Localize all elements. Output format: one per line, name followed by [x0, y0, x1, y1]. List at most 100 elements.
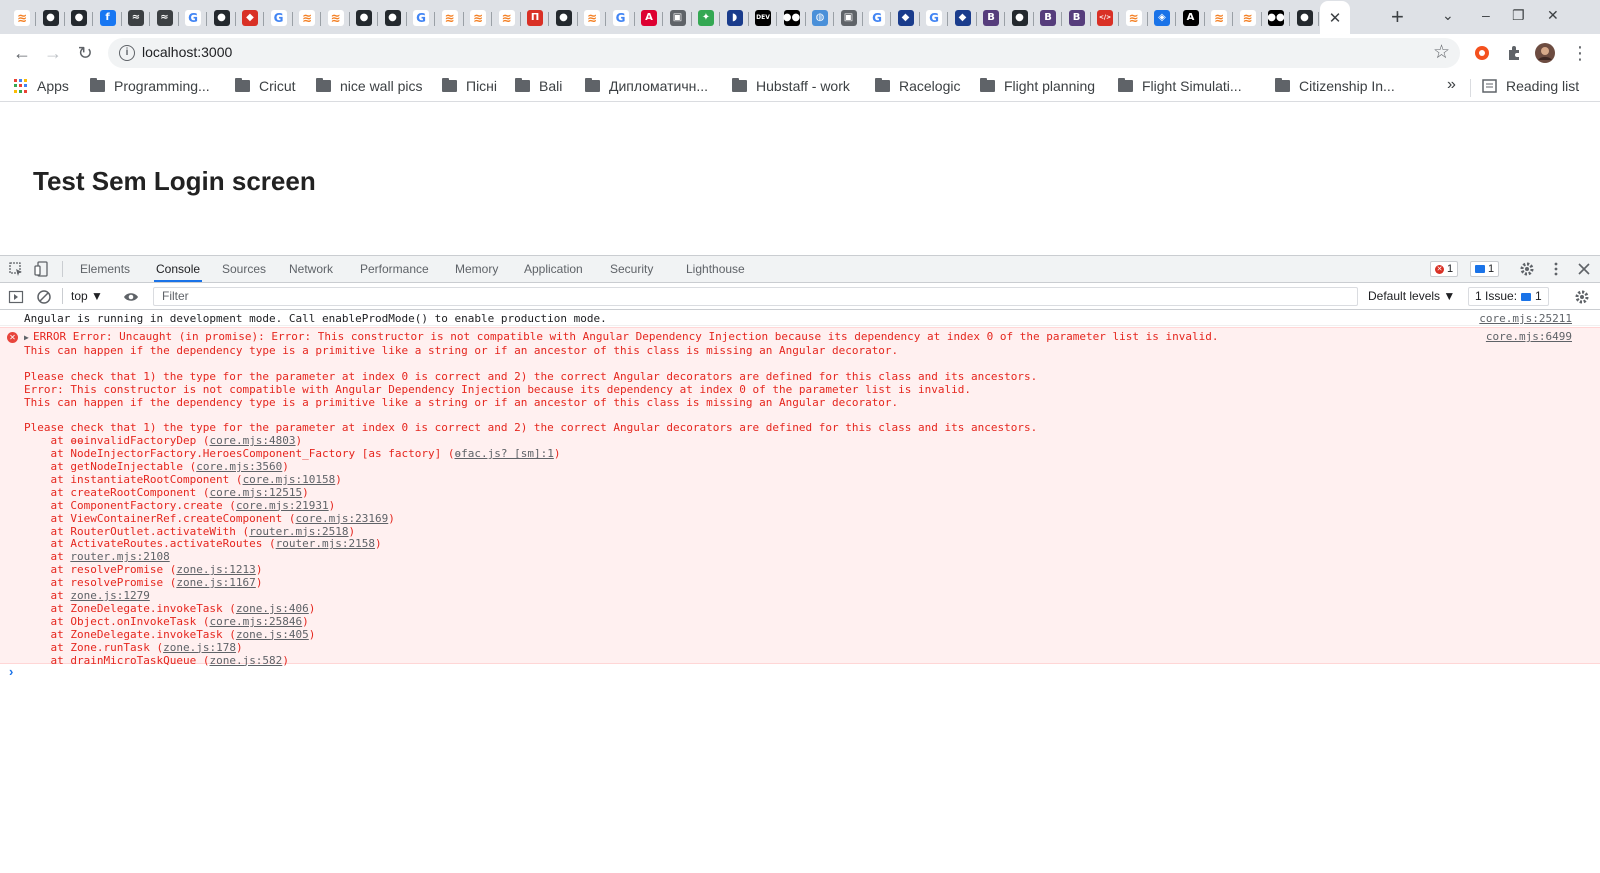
close-devtools-icon[interactable]: [1576, 261, 1592, 277]
restore-icon[interactable]: ❐: [1512, 7, 1525, 24]
stack-source-link[interactable]: zone.js:178: [163, 641, 236, 654]
stack-source-link[interactable]: core.mjs:4803: [209, 434, 295, 447]
bookmark-folder[interactable]: Citizenship In...: [1275, 78, 1395, 94]
live-expression-eye-icon[interactable]: [123, 289, 139, 305]
browser-tab[interactable]: ▣: [836, 5, 863, 31]
browser-tab[interactable]: G: [921, 5, 948, 31]
browser-tab[interactable]: G: [266, 5, 293, 31]
bookmark-folder[interactable]: Bali: [515, 78, 562, 94]
back-icon[interactable]: ←: [12, 43, 32, 63]
sidebar-toggle-icon[interactable]: [8, 289, 24, 305]
browser-tab[interactable]: ≋: [437, 5, 464, 31]
bookmark-folder[interactable]: Racelogic: [875, 78, 960, 94]
tab-lighthouse[interactable]: Lighthouse: [684, 256, 747, 282]
bookmark-folder[interactable]: Flight planning: [980, 78, 1095, 94]
browser-tab[interactable]: ▣: [665, 5, 692, 31]
browser-tab[interactable]: ●: [351, 5, 378, 31]
minimize-icon[interactable]: –: [1482, 7, 1490, 23]
active-tab[interactable]: ✕: [1320, 1, 1350, 34]
browser-tab[interactable]: ●: [551, 5, 578, 31]
tab-security[interactable]: Security: [608, 256, 655, 282]
stack-source-link[interactable]: core.mjs:12515: [209, 486, 302, 499]
settings-gear-icon[interactable]: [1519, 261, 1535, 277]
stack-source-link[interactable]: core.mjs:23169: [296, 512, 389, 525]
bookmark-apps[interactable]: Apps: [14, 78, 69, 94]
console-prompt[interactable]: ›: [9, 664, 13, 679]
tab-memory[interactable]: Memory: [453, 256, 500, 282]
browser-tab[interactable]: ≋: [294, 5, 321, 31]
browser-tab[interactable]: ●: [66, 5, 93, 31]
profile-avatar[interactable]: [1535, 43, 1555, 63]
context-selector[interactable]: top ▼: [71, 289, 103, 303]
browser-tab[interactable]: ≈: [123, 5, 150, 31]
browser-tab[interactable]: ✦: [693, 5, 720, 31]
stack-source-link[interactable]: router.mjs:2518: [249, 525, 348, 538]
browser-tab[interactable]: ≈: [152, 5, 179, 31]
inspect-element-icon[interactable]: [8, 261, 24, 277]
console-settings-gear-icon[interactable]: [1574, 289, 1590, 305]
browser-tab[interactable]: ●: [38, 5, 65, 31]
browser-tab[interactable]: ◈: [1149, 5, 1176, 31]
issues-button[interactable]: 1 Issue: 1: [1468, 287, 1549, 306]
tab-application[interactable]: Application: [522, 256, 585, 282]
message-count-badge[interactable]: 1: [1470, 261, 1500, 277]
tab-sources[interactable]: Sources: [220, 256, 268, 282]
browser-tab[interactable]: ≋: [323, 5, 350, 31]
browser-tab[interactable]: ≋: [1235, 5, 1262, 31]
browser-tab[interactable]: A: [636, 5, 663, 31]
more-options-icon[interactable]: [1548, 261, 1564, 277]
browser-tab[interactable]: </>: [1092, 5, 1119, 31]
stack-source-link[interactable]: core.mjs:3560: [196, 460, 282, 473]
stack-source-link[interactable]: zone.js:1213: [176, 563, 255, 576]
browser-tab[interactable]: ≋: [1206, 5, 1233, 31]
stack-source-link[interactable]: core.mjs:10158: [243, 473, 336, 486]
browser-tab[interactable]: ●: [209, 5, 236, 31]
browser-tab[interactable]: G: [608, 5, 635, 31]
browser-tab[interactable]: ◆: [893, 5, 920, 31]
forward-icon[interactable]: →: [43, 43, 63, 63]
bookmark-star-icon[interactable]: ☆: [1433, 41, 1450, 64]
reading-list-button[interactable]: Reading list: [1482, 78, 1579, 94]
stack-source-link[interactable]: zone.js:406: [236, 602, 309, 615]
error-source-link[interactable]: core.mjs:6499: [1486, 330, 1572, 343]
extensions-puzzle-icon[interactable]: [1504, 43, 1524, 63]
browser-tab[interactable]: ●: [1292, 5, 1319, 31]
clear-console-icon[interactable]: [36, 289, 52, 305]
extension-brave-icon[interactable]: [1472, 43, 1492, 63]
close-window-icon[interactable]: ✕: [1547, 7, 1559, 24]
browser-tab[interactable]: ◆: [237, 5, 264, 31]
browser-tab[interactable]: B: [1064, 5, 1091, 31]
browser-tab[interactable]: G: [864, 5, 891, 31]
stack-source-link[interactable]: core.mjs:21931: [236, 499, 329, 512]
bookmark-folder[interactable]: Cricut: [235, 78, 296, 94]
browser-tab[interactable]: ≋: [465, 5, 492, 31]
console-filter-input[interactable]: Filter: [153, 287, 1358, 306]
stack-source-link[interactable]: ɵfac.js? [sm]:1: [454, 447, 553, 460]
browser-menu-icon[interactable]: ⋮: [1570, 43, 1590, 63]
browser-tab[interactable]: A: [1178, 5, 1205, 31]
tab-console[interactable]: Console: [154, 256, 203, 282]
browser-tab[interactable]: П: [522, 5, 549, 31]
browser-tab[interactable]: G: [408, 5, 435, 31]
browser-tab[interactable]: B: [978, 5, 1005, 31]
stack-source-link[interactable]: zone.js:405: [236, 628, 309, 641]
browser-tab[interactable]: ≋: [494, 5, 521, 31]
browser-tab[interactable]: DEV: [750, 5, 777, 31]
device-toolbar-icon[interactable]: [34, 261, 50, 277]
browser-tab[interactable]: f: [95, 5, 122, 31]
url-text[interactable]: localhost:3000: [142, 44, 232, 60]
tab-performance[interactable]: Performance: [358, 256, 431, 282]
browser-tab[interactable]: ≋: [9, 5, 36, 31]
bookmark-folder[interactable]: Дипломатичн...: [585, 78, 708, 94]
browser-tab[interactable]: ≋: [1121, 5, 1148, 31]
info-source-link[interactable]: core.mjs:25211: [1479, 312, 1572, 325]
bookmark-folder[interactable]: nice wall pics: [316, 78, 422, 94]
stack-source-link[interactable]: zone.js:582: [209, 654, 282, 667]
site-info-icon[interactable]: i: [119, 45, 135, 61]
browser-tab[interactable]: ◍: [807, 5, 834, 31]
browser-tab[interactable]: ●●: [779, 5, 806, 31]
bookmark-folder[interactable]: Flight Simulati...: [1118, 78, 1242, 94]
browser-tab[interactable]: ◗: [722, 5, 749, 31]
tab-network[interactable]: Network: [287, 256, 335, 282]
browser-tab[interactable]: B: [1035, 5, 1062, 31]
